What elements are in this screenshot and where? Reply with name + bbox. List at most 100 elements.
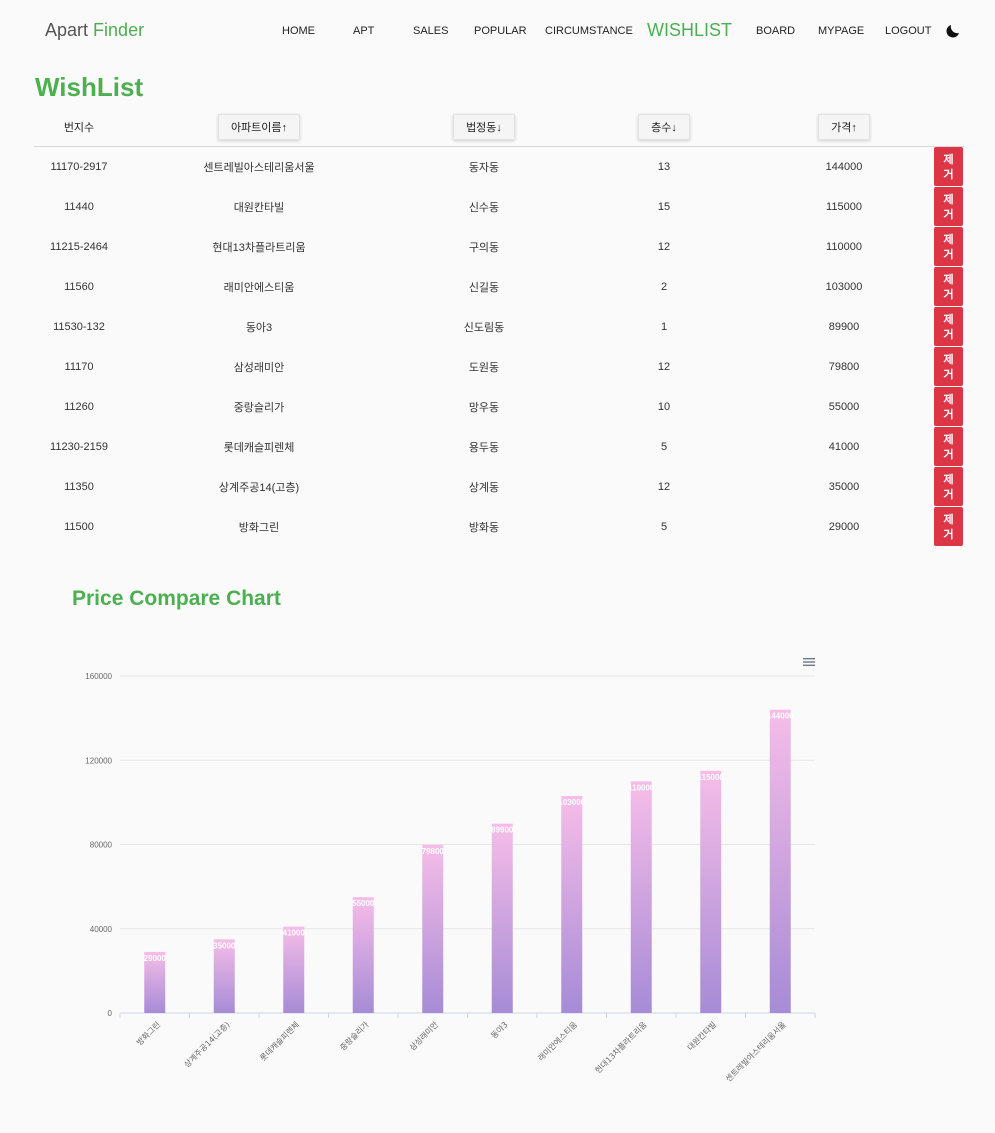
x-tick-label: 방화그린 <box>134 1019 162 1047</box>
cell-dong: 상계동 <box>468 482 500 494</box>
nav-item-logout[interactable]: LOGOUT <box>885 25 931 37</box>
remove-button[interactable]: 제거 <box>934 347 963 386</box>
nav-item-sales[interactable]: SALES <box>413 25 448 37</box>
cell-apartment-name: 센트레빌아스테리움서울 <box>203 162 315 174</box>
cell-dong: 용두동 <box>468 442 500 454</box>
data-label: 29000 <box>144 954 167 963</box>
cell-lot-number: 11350 <box>64 481 94 493</box>
x-tick-label: 래미안에스티움 <box>536 1019 580 1063</box>
data-label: 35000 <box>213 941 236 950</box>
remove-button[interactable]: 제거 <box>934 147 963 186</box>
top-navbar: Apart Finder HOME APT SALES POPULAR CIRC… <box>0 0 995 62</box>
remove-button[interactable]: 제거 <box>934 507 963 546</box>
cell-price: 35000 <box>828 481 860 493</box>
cell-apartment-name: 래미안에스티움 <box>223 282 295 294</box>
cell-apartment-name: 대원칸타빌 <box>233 202 285 214</box>
nav-item-mypage[interactable]: MYPAGE <box>818 25 864 37</box>
cell-floor: 12 <box>657 481 671 493</box>
cell-floor: 15 <box>657 201 671 213</box>
data-label: 89900 <box>491 826 514 835</box>
sort-by-dong-button[interactable]: 법정동↓ <box>453 114 515 140</box>
wishlist-table-body: 11170-2917 센트레빌아스테리움서울 동자동 13 144000 제거 … <box>34 147 964 547</box>
moon-icon[interactable] <box>944 22 962 40</box>
data-label: 103000 <box>558 798 585 807</box>
x-tick-label: 상계주공14(고층) <box>182 1019 232 1069</box>
data-label: 144000 <box>767 712 794 721</box>
remove-button[interactable]: 제거 <box>934 227 963 266</box>
cell-price: 79800 <box>828 361 860 373</box>
nav-item-board[interactable]: BOARD <box>756 25 795 37</box>
remove-button[interactable]: 제거 <box>934 187 963 226</box>
data-label: 41000 <box>283 929 306 938</box>
cell-price: 115000 <box>826 201 862 213</box>
remove-button[interactable]: 제거 <box>934 427 963 466</box>
cell-apartment-name: 롯데캐슬피렌체 <box>223 442 295 454</box>
cell-price: 110000 <box>826 241 862 253</box>
price-compare-chart: 0 40000 80000 120000 160000 29000 방화그린 35000 상계주… <box>85 672 816 1084</box>
cell-floor: 5 <box>660 441 668 453</box>
cell-price: 144000 <box>825 161 863 173</box>
remove-button[interactable]: 제거 <box>934 467 963 506</box>
nav-item-circumstance[interactable]: CIRCUMSTANCE <box>545 25 633 37</box>
cell-dong: 신길동 <box>468 282 500 294</box>
table-row: 11350 상계주공14(고층) 상계동 12 35000 제거 <box>34 467 964 507</box>
x-tick-label: 대원칸타빌 <box>685 1019 718 1052</box>
nav-item-apt[interactable]: APT <box>353 25 374 37</box>
cell-price: 29000 <box>828 521 860 533</box>
cell-apartment-name: 방화그린 <box>238 522 280 534</box>
data-label: 110000 <box>628 783 655 792</box>
sort-by-floor-button[interactable]: 층수↓ <box>638 114 690 140</box>
cell-lot-number: 11440 <box>64 201 94 213</box>
cell-price: 103000 <box>825 281 863 293</box>
bar <box>283 926 305 1013</box>
table-row: 11215-2464 현대13차플라트리움 구의동 12 110000 제거 <box>34 227 964 267</box>
y-tick-label: 0 <box>108 1009 113 1018</box>
chart-bars <box>144 709 791 1013</box>
table-row: 11260 중랑슬리가 망우동 10 55000 제거 <box>34 387 964 427</box>
bar <box>491 823 513 1013</box>
cell-apartment-name: 현대13차플라트리움 <box>212 242 306 254</box>
remove-button[interactable]: 제거 <box>934 387 963 426</box>
cell-dong: 신도림동 <box>463 322 505 334</box>
cell-dong: 구의동 <box>468 242 500 254</box>
header-floor: 층수↓ <box>614 108 714 146</box>
y-tick-label: 120000 <box>85 756 112 765</box>
cell-lot-number: 11230-2159 <box>50 441 108 453</box>
cell-lot-number: 11560 <box>64 281 94 293</box>
page-title: WishList <box>35 72 144 102</box>
cell-dong: 동자동 <box>468 162 500 174</box>
bar <box>352 897 374 1013</box>
remove-button[interactable]: 제거 <box>934 267 963 306</box>
cell-floor: 10 <box>657 401 671 413</box>
cell-lot-number: 11530-132 <box>53 321 105 333</box>
table-row: 11530-132 동아3 신도림동 1 89900 제거 <box>34 307 964 347</box>
cell-price: 41000 <box>828 441 860 453</box>
nav-item-home[interactable]: HOME <box>282 25 315 37</box>
sort-by-name-button[interactable]: 아파트이름↑ <box>217 114 301 140</box>
y-tick-label: 40000 <box>90 925 113 934</box>
table-row: 11230-2159 롯데캐슬피렌체 용두동 5 41000 제거 <box>34 427 964 467</box>
cell-floor: 12 <box>657 361 671 373</box>
data-label: 55000 <box>352 899 375 908</box>
remove-button[interactable]: 제거 <box>934 307 963 346</box>
x-tick-label: 센트레빌아스테리움서울 <box>723 1019 787 1083</box>
table-row: 11500 방화그린 방화동 5 29000 제거 <box>34 507 964 547</box>
bar <box>630 781 652 1013</box>
bar <box>561 796 583 1013</box>
cell-lot-number: 11170 <box>64 361 94 373</box>
table-row: 11560 래미안에스티움 신길동 2 103000 제거 <box>34 267 964 307</box>
nav-item-wishlist[interactable]: WISHLIST <box>647 20 732 41</box>
y-tick-label: 80000 <box>90 841 113 850</box>
cell-lot-number: 11170-2917 <box>50 161 108 173</box>
cell-dong: 방화동 <box>468 522 500 534</box>
cell-price: 89900 <box>828 321 860 333</box>
x-tick-label: 롯데캐슬피렌체 <box>258 1019 302 1063</box>
sort-by-price-button[interactable]: 가격↑ <box>818 114 870 140</box>
x-tick-label: 중랑슬리가 <box>338 1019 372 1053</box>
wishlist-table-header: 번지수 아파트이름↑ 법정동↓ 층수↓ 가격↑ <box>34 108 964 147</box>
cell-floor: 12 <box>657 241 671 253</box>
cell-lot-number: 11215-2464 <box>50 241 108 253</box>
table-row: 11170-2917 센트레빌아스테리움서울 동자동 13 144000 제거 <box>34 147 964 187</box>
nav-item-popular[interactable]: POPULAR <box>474 25 527 37</box>
cell-apartment-name: 동아3 <box>245 322 273 334</box>
